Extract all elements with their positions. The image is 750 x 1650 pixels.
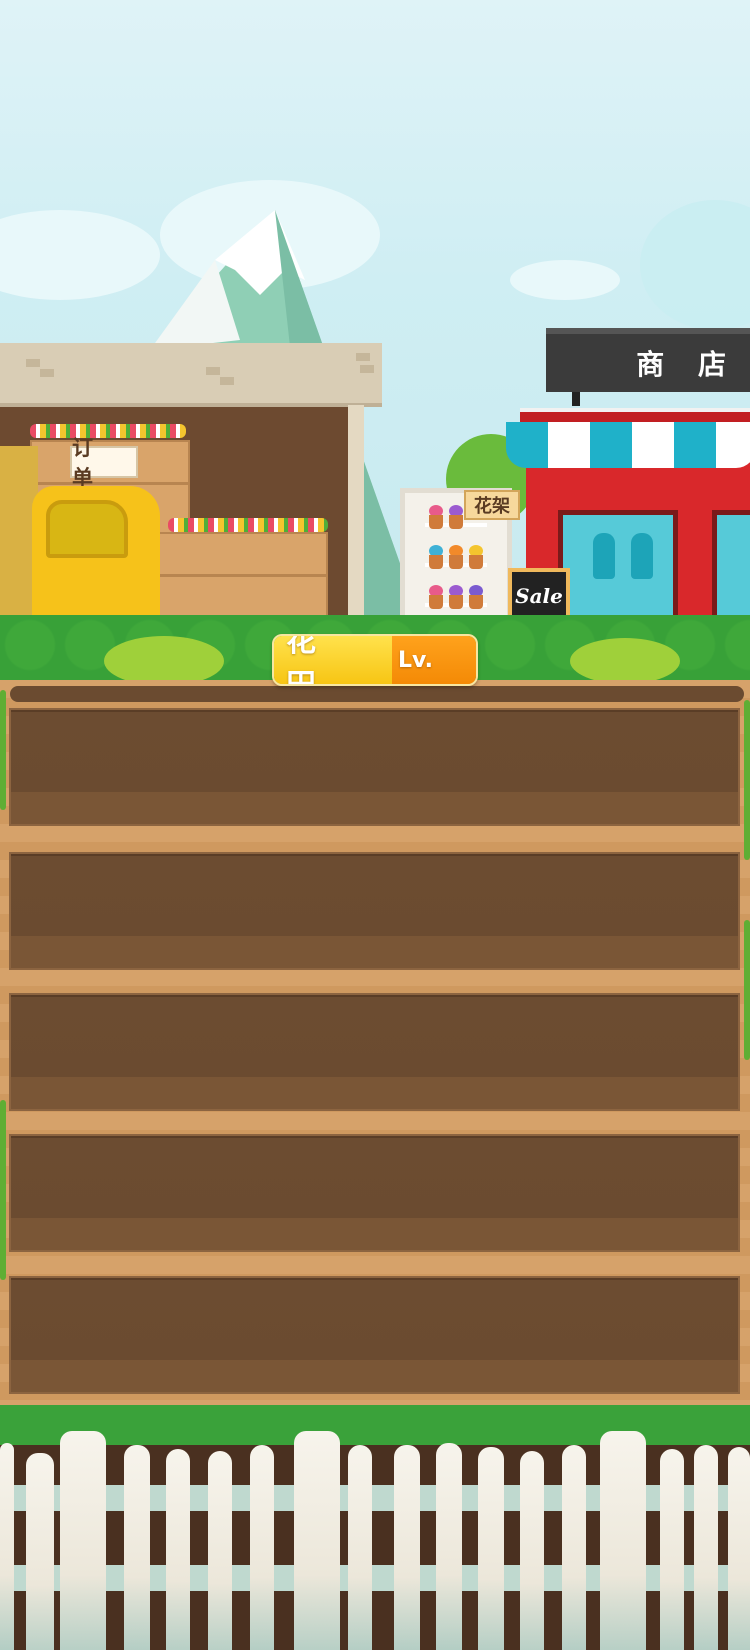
cloud <box>510 260 620 300</box>
cloud <box>640 200 750 330</box>
fence-picket <box>294 1431 340 1650</box>
fence-picket <box>394 1445 420 1650</box>
order-sign[interactable]: 订 单 <box>70 436 138 490</box>
fence-picket <box>250 1445 274 1650</box>
shop-sign[interactable]: 商 店 <box>546 328 750 392</box>
farm-scene: 订 单 花架 商 店 Sale <box>0 0 750 700</box>
flower-plot[interactable] <box>9 1276 740 1394</box>
fence-picket <box>478 1447 504 1650</box>
flower-plot[interactable] <box>9 993 740 1111</box>
mannequin-icon <box>631 533 653 579</box>
mannequin-icon <box>593 533 615 579</box>
shop-door <box>712 510 750 620</box>
field-level-banner: 花 田 Lv. <box>272 634 478 686</box>
bush <box>104 636 224 686</box>
fence-area <box>0 1405 750 1650</box>
shop-trim <box>520 408 750 422</box>
warehouse-roof <box>0 343 382 407</box>
sign-post <box>572 392 580 406</box>
flower-plot[interactable] <box>9 1134 740 1252</box>
flower-plot[interactable] <box>9 852 740 970</box>
fence-picket <box>208 1451 232 1650</box>
fence-picket <box>166 1449 190 1650</box>
shop-window <box>558 510 678 620</box>
flower-row <box>168 518 328 532</box>
fence-picket <box>600 1431 646 1650</box>
fence-picket <box>436 1443 462 1650</box>
warehouse-post <box>348 405 364 645</box>
field-title: 花 田 <box>274 636 392 684</box>
fence-picket <box>0 1443 14 1650</box>
flower-plot[interactable] <box>9 708 740 826</box>
fence-picket <box>660 1449 684 1650</box>
fence-picket <box>60 1431 106 1650</box>
truck-window <box>46 500 128 558</box>
fence-picket <box>694 1445 718 1650</box>
shelf-sign[interactable]: 花架 <box>464 490 520 520</box>
fence-picket <box>562 1445 586 1650</box>
fence-picket <box>520 1451 544 1650</box>
fence-picket <box>26 1453 54 1650</box>
fence-picket <box>728 1447 750 1650</box>
level-label: Lv. <box>392 636 476 684</box>
shop-awning <box>506 422 750 468</box>
bush <box>570 638 680 684</box>
fence-picket <box>124 1445 150 1650</box>
board-rail <box>10 686 744 702</box>
fence-picket <box>348 1445 372 1650</box>
